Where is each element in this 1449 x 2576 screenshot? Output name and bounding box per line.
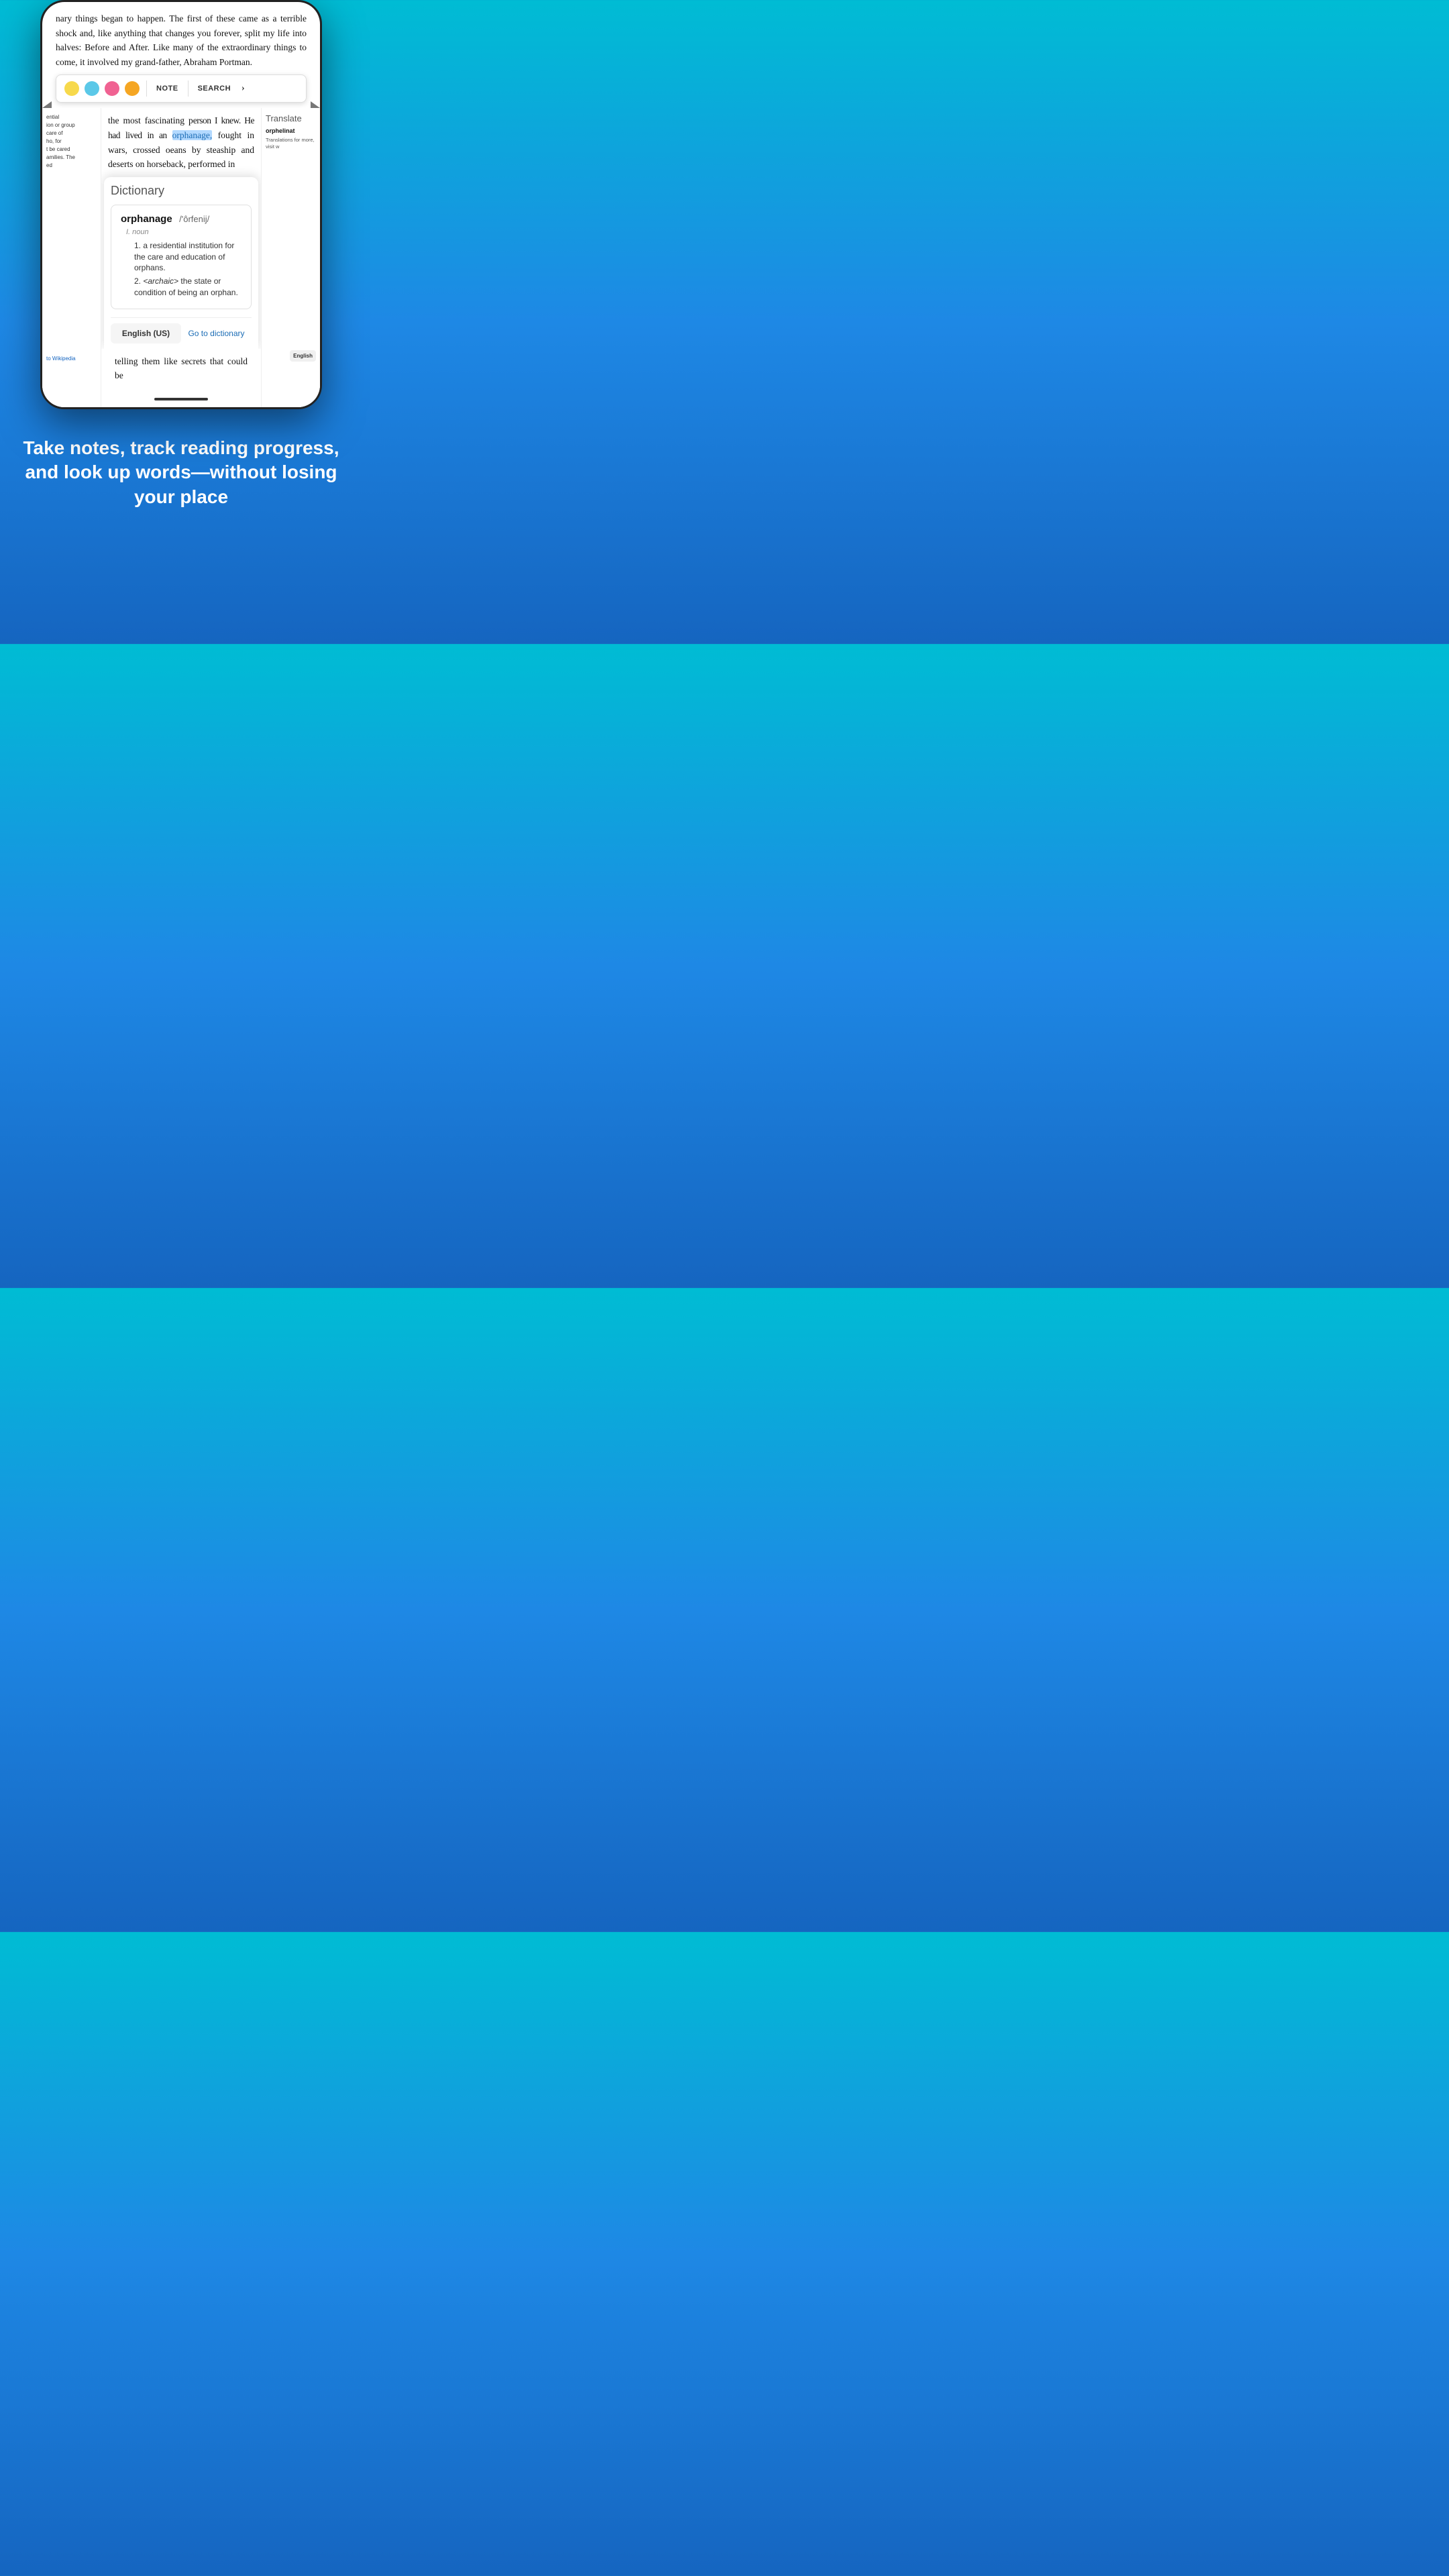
dict-def-1-text: a residential institution for the care a…	[134, 241, 234, 273]
home-indicator	[154, 398, 208, 400]
dictionary-popup: Dictionary orphanage /'ôrfenij/ I. noun …	[104, 177, 258, 349]
tagline-section: Take notes, track reading progress, and …	[0, 409, 362, 549]
wiki-link[interactable]: to Wikipedia	[46, 356, 76, 362]
separator-2	[188, 80, 189, 97]
dict-def-1: 1. a residential institution for the car…	[134, 240, 241, 274]
book-text-middle: the most fascinating person I knew. He h…	[101, 108, 261, 171]
separator-1	[146, 80, 147, 97]
translate-word: orphelinat	[266, 127, 316, 134]
book-paragraph-2: the most fascinating person I knew. He h…	[108, 113, 254, 171]
center-panel: the most fascinating person I knew. He h…	[101, 108, 261, 407]
color-pink[interactable]	[105, 81, 119, 96]
color-blue[interactable]	[85, 81, 99, 96]
panels-row: ential ion or group care of ho, for t be…	[42, 108, 320, 407]
more-button[interactable]: ›	[241, 83, 245, 94]
dict-word: orphanage	[121, 213, 172, 225]
dictionary-title: Dictionary	[111, 184, 252, 198]
dict-archaic-tag: <archaic>	[143, 276, 178, 286]
dict-def-2: 2. <archaic> the state or condition of b…	[134, 276, 241, 299]
translate-description: Translations for more, visit w	[266, 137, 316, 150]
wiki-panel: ential ion or group care of ho, for t be…	[42, 108, 101, 407]
book-text-bottom: telling them like secrets that could be	[101, 349, 261, 392]
wiki-panel-text: ential ion or group care of ho, for t be…	[46, 113, 97, 170]
highlighted-word: orphanage,	[172, 130, 213, 140]
english-us-button[interactable]: English (US)	[111, 323, 181, 343]
dictionary-card: orphanage /'ôrfenij/ I. noun 1. a reside…	[111, 205, 252, 309]
book-paragraph-bottom: telling them like secrets that could be	[115, 354, 248, 383]
dict-def-2-num: 2.	[134, 276, 143, 286]
go-to-dictionary-button[interactable]: Go to dictionary	[181, 323, 252, 343]
phone-area: nary things began to happen. The first o…	[0, 0, 362, 409]
book-paragraph-1: nary things began to happen. The first o…	[56, 11, 307, 69]
color-yellow[interactable]	[64, 81, 79, 96]
phone-outer: nary things began to happen. The first o…	[40, 0, 322, 409]
english-button[interactable]: English	[290, 350, 316, 362]
tagline-text: Take notes, track reading progress, and …	[20, 436, 342, 509]
dict-def-1-num: 1.	[134, 241, 143, 250]
book-text-top: nary things began to happen. The first o…	[42, 2, 320, 69]
search-button[interactable]: SEARCH	[195, 83, 233, 94]
phone-screen: nary things began to happen. The first o…	[42, 2, 320, 407]
translate-panel: Translate orphelinat Translations for mo…	[261, 108, 320, 407]
dict-word-line: orphanage /'ôrfenij/	[121, 213, 241, 225]
note-button[interactable]: NOTE	[154, 83, 181, 94]
dict-pos: I. noun	[126, 228, 241, 236]
page-container: nary things began to happen. The first o…	[0, 0, 362, 644]
highlight-toolbar: NOTE SEARCH ›	[56, 74, 307, 103]
translate-title: Translate	[266, 113, 316, 123]
color-orange[interactable]	[125, 81, 140, 96]
dict-phonetic: /'ôrfenij/	[179, 214, 209, 224]
dict-footer: English (US) Go to dictionary	[111, 317, 252, 349]
